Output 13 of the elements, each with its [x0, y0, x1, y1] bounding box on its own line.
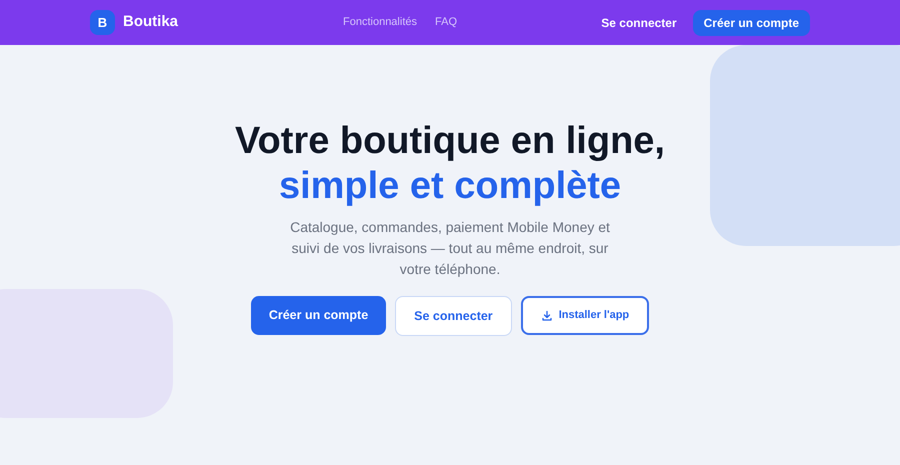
nav-link[interactable]: Fonctionnalités: [343, 14, 417, 31]
hero-title-highlight: simple et complète: [278, 164, 622, 209]
login-button[interactable]: Se connecter: [395, 296, 512, 336]
install-app-button[interactable]: Installer l'app: [520, 296, 650, 335]
signup-button[interactable]: Créer un compte: [250, 296, 386, 335]
hero-subtitle: Catalogue, commandes, paiement Mobile Money et suivi de vos livraisons — tout au même endroit, sur votre téléphone.: [289, 218, 611, 279]
logo-badge: B: [90, 10, 115, 35]
nav-link[interactable]: FAQ: [435, 14, 458, 31]
login-link[interactable]: Se connecter: [601, 14, 677, 32]
hero-title: Votre boutique en ligne,: [235, 119, 665, 164]
signup-button[interactable]: Créer un compte: [692, 10, 810, 36]
download-icon: [540, 310, 553, 322]
brand-name: Boutika: [123, 12, 178, 32]
